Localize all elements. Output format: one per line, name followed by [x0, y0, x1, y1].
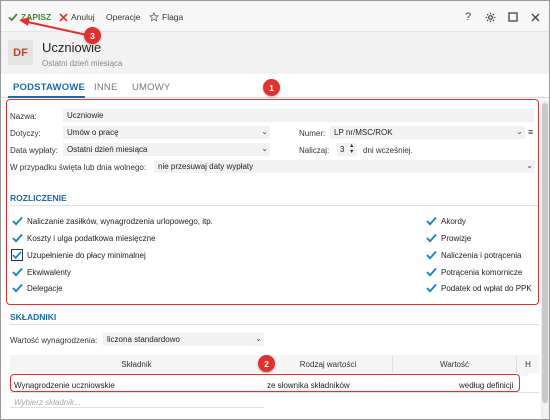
row-divider [10, 392, 539, 393]
window: ZAPISZ Anuluj Operacje Flaga ? DF Ucznio… [0, 0, 550, 420]
salary-value-selected: liczona standardowo [107, 335, 180, 344]
star-icon [149, 12, 159, 22]
page-subtitle: Ostatni dzień miesiąca [42, 59, 123, 68]
flag-label: Flaga [162, 12, 184, 22]
scrollbar-thumb[interactable] [542, 103, 548, 403]
callout-box-row [10, 374, 520, 392]
tab-inne[interactable]: INNE [94, 82, 118, 93]
help-button[interactable]: ? [461, 10, 475, 24]
flag-button[interactable]: Flaga [149, 10, 183, 24]
input-underline [10, 407, 264, 408]
close-window-button[interactable] [528, 10, 542, 24]
salary-value-select[interactable]: liczona standardowo ⌄ [103, 333, 264, 346]
column-header-value-type[interactable]: Rodzaj wartości [264, 355, 393, 373]
callout-arrow-icon [19, 17, 88, 36]
settings-button[interactable] [483, 10, 497, 24]
column-header-component[interactable]: Składnik [10, 355, 264, 373]
callout-badge-2: 2 [258, 355, 275, 372]
help-icon: ? [464, 11, 472, 23]
close-icon [531, 13, 539, 21]
callout-badge-1: 1 [263, 79, 280, 96]
column-header-h[interactable]: H [517, 355, 539, 373]
callout-badge-3: 3 [84, 27, 101, 44]
salary-value-label: Wartość wynagrodzenia: [10, 336, 98, 345]
gear-icon [485, 12, 495, 22]
active-tab-indicator [8, 96, 85, 98]
chevron-down-icon: ⌄ [255, 334, 262, 343]
tab-podstawowe[interactable]: PODSTAWOWE [13, 82, 85, 93]
callout-box-basic [6, 99, 539, 305]
tab-umowy[interactable]: UMOWY [132, 82, 170, 93]
maximize-icon [508, 12, 518, 22]
column-header-value[interactable]: Wartość [393, 355, 517, 373]
divider [10, 324, 539, 325]
new-component-input[interactable]: Wybierz składnik... [14, 398, 81, 407]
maximize-button[interactable] [506, 10, 520, 24]
components-section-title: SKŁADNIKI [10, 312, 57, 322]
